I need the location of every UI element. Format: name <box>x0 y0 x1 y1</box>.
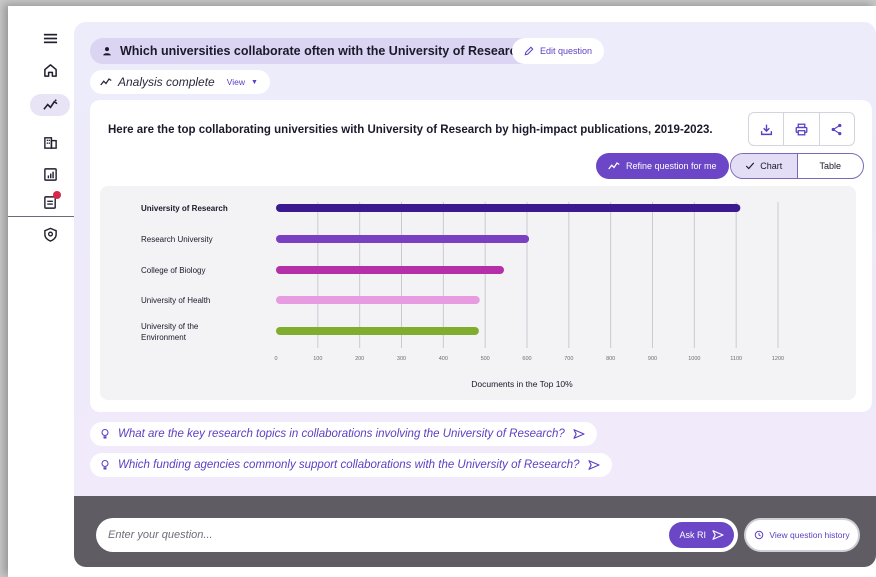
result-card: Here are the top collaborating universit… <box>90 100 872 412</box>
refine-question-label: Refine question for me <box>626 161 717 171</box>
sidebar-divider <box>8 216 76 217</box>
x-tick-label: 600 <box>522 356 531 362</box>
suggestion-text: What are the key research topics in coll… <box>118 428 565 440</box>
view-history-button[interactable]: View question history <box>744 518 860 552</box>
user-icon <box>103 47 111 56</box>
lightbulb-icon <box>101 459 109 470</box>
x-tick-label: 1000 <box>688 356 700 362</box>
bar <box>276 235 530 243</box>
x-tick-label: 0 <box>274 356 277 362</box>
x-tick-label: 200 <box>355 356 364 362</box>
share-icon <box>831 123 842 135</box>
category-label: University of Research <box>141 204 228 213</box>
pencil-icon <box>524 46 534 56</box>
x-tick-label: 300 <box>397 356 406 362</box>
app-window: Which universities collaborate often wit… <box>8 6 876 577</box>
edit-question-label: Edit question <box>540 46 593 56</box>
menu-icon[interactable] <box>42 30 58 46</box>
table-view-button[interactable]: Table <box>798 154 864 178</box>
bar <box>276 204 741 212</box>
clock-icon <box>755 530 764 540</box>
x-tick-label: 900 <box>648 356 657 362</box>
notification-badge <box>53 191 61 199</box>
x-tick-label: 700 <box>564 356 573 362</box>
share-button[interactable] <box>820 113 854 145</box>
notifications-icon[interactable] <box>42 191 61 210</box>
send-icon <box>587 460 600 470</box>
question-input-bar: Enter your question... Ask RI View quest… <box>74 496 876 567</box>
download-icon <box>760 124 772 135</box>
x-tick-label: 1100 <box>730 356 742 362</box>
question-text: Which universities collaborate often wit… <box>120 44 532 58</box>
bar <box>276 266 504 274</box>
x-tick-label: 800 <box>606 356 615 362</box>
bar <box>276 327 479 335</box>
x-tick-label: 100 <box>313 356 322 362</box>
chevron-down-icon[interactable]: ▼ <box>251 79 258 86</box>
category-label: University of the Environment <box>141 322 199 342</box>
chart-view-button[interactable]: Chart <box>731 154 798 178</box>
view-history-label: View question history <box>769 530 850 540</box>
send-icon <box>573 429 585 439</box>
print-button[interactable] <box>784 113 820 145</box>
edit-question-button[interactable]: Edit question <box>512 38 605 64</box>
analytics-icon[interactable] <box>42 97 58 113</box>
print-icon <box>795 123 808 135</box>
analysis-status: Analysis complete View ▼ <box>90 70 270 94</box>
category-label: College of Biology <box>141 266 205 275</box>
result-title: Here are the top collaborating universit… <box>108 124 713 136</box>
ask-button[interactable]: Ask RI <box>669 522 734 548</box>
download-button[interactable] <box>749 113 785 145</box>
question-input-placeholder: Enter your question... <box>108 529 213 541</box>
send-icon <box>712 530 724 540</box>
suggestion-item[interactable]: Which funding agencies commonly support … <box>90 453 612 477</box>
bar-chart: 0 100 200 300 400 500 600 700 800 900 1000 1100 1200… <box>100 186 856 400</box>
x-tick-label: 500 <box>481 356 490 362</box>
x-tick-label: 1200 <box>772 356 784 362</box>
analysis-status-text: Analysis complete <box>118 75 215 89</box>
reports-icon[interactable] <box>42 166 58 182</box>
analytics-icon <box>100 78 112 86</box>
check-icon <box>746 162 755 170</box>
x-axis-label: Documents in the Top 10% <box>471 379 573 389</box>
category-label: University of Health <box>141 296 210 305</box>
support-icon[interactable] <box>42 226 58 242</box>
suggestion-item[interactable]: What are the key research topics in coll… <box>90 422 597 446</box>
category-label: Research University <box>141 235 213 244</box>
result-toolbar <box>748 112 855 146</box>
table-view-label: Table <box>819 161 841 171</box>
sparkle-icon <box>608 162 620 170</box>
x-tick-label: 400 <box>439 356 448 362</box>
main-panel: Which universities collaborate often wit… <box>74 22 876 567</box>
bar <box>276 296 480 304</box>
suggestion-text: Which funding agencies commonly support … <box>118 459 580 471</box>
sidebar <box>8 6 76 577</box>
chart-view-label: Chart <box>760 161 783 171</box>
home-icon[interactable] <box>42 62 58 78</box>
view-toggle: Chart Table <box>730 153 864 179</box>
refine-question-button[interactable]: Refine question for me <box>596 153 729 179</box>
lightbulb-icon <box>101 428 109 439</box>
question-pill: Which universities collaborate often wit… <box>90 38 546 64</box>
bar-chart-svg: 0 100 200 300 400 500 600 700 800 900 1000 1100 1200… <box>141 202 784 389</box>
question-input[interactable]: Enter your question... Ask RI <box>96 518 738 552</box>
institutions-icon[interactable] <box>42 134 58 150</box>
view-analysis-link[interactable]: View <box>227 77 245 87</box>
ask-button-label: Ask RI <box>679 530 706 540</box>
